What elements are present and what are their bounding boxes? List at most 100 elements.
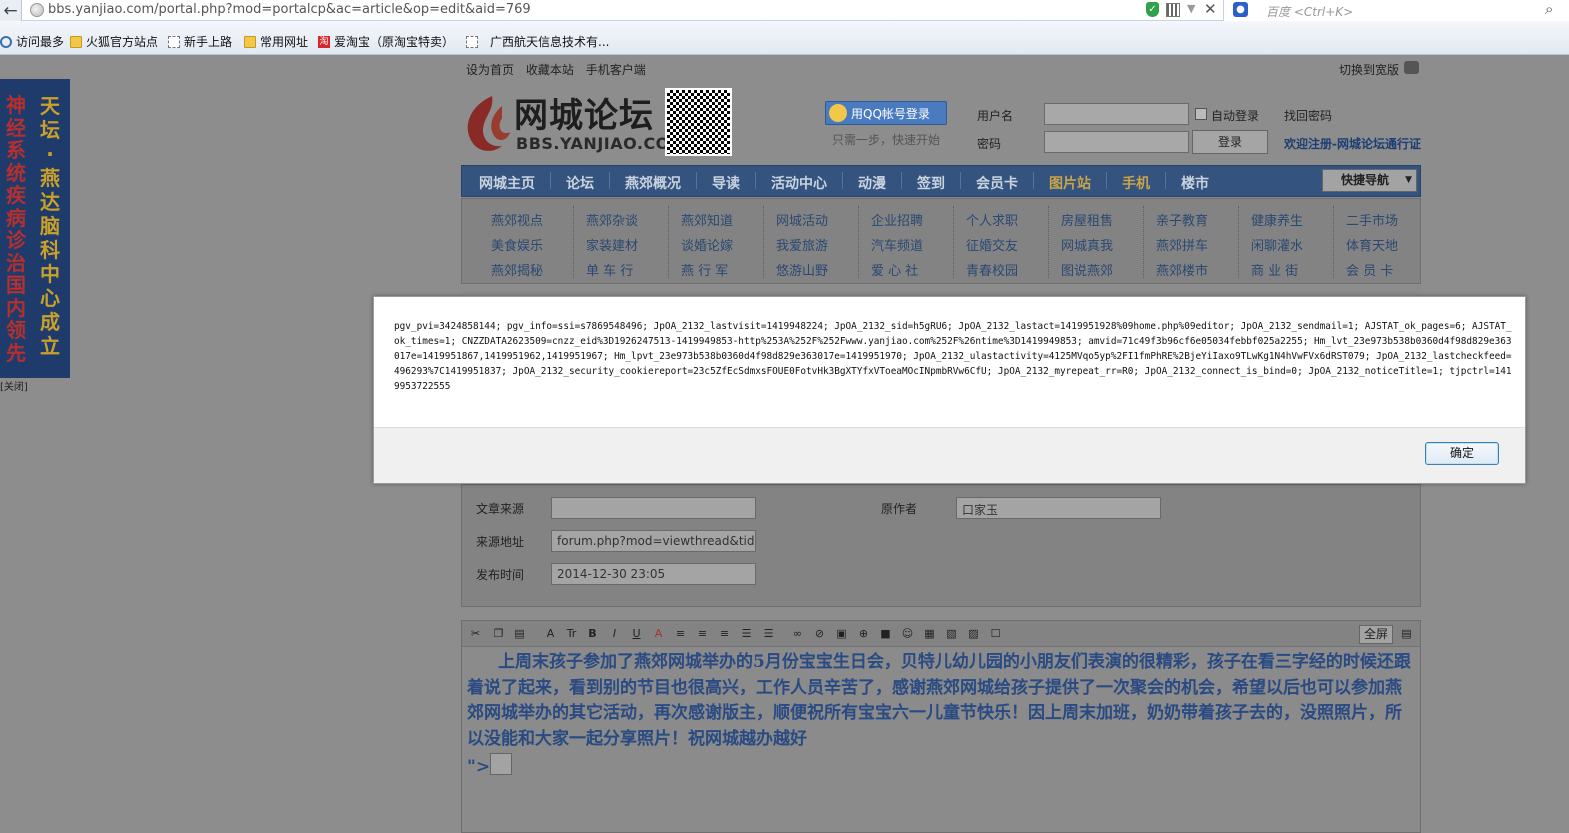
sub-nav-item[interactable]: 亲子教育 [1156,210,1208,229]
sub-nav-item[interactable]: 燕 行 军 [681,260,728,279]
nav-item-mobile[interactable]: 手机 [1122,173,1150,193]
attachment-icon[interactable]: ⊕ [856,627,871,641]
sub-nav-item[interactable]: 燕郊杂谈 [586,210,638,229]
register-link[interactable]: 欢迎注册-网城论坛通行证 [1284,135,1421,152]
sub-nav-item[interactable]: 会 员 卡 [1346,260,1393,279]
sub-nav-item[interactable]: 图说燕郊 [1061,260,1113,279]
ordered-list-icon[interactable]: ☰ [739,627,754,641]
source-input[interactable] [551,497,756,519]
bookmark-aitaobao[interactable]: 淘爱淘宝（原淘宝特卖） [318,33,454,50]
sub-nav-item[interactable]: 美食娱乐 [491,235,543,254]
italic-icon[interactable]: I [607,627,622,641]
source-url-input[interactable]: forum.php?mod=viewthread&tid=4 [551,530,756,552]
sub-nav-item[interactable]: 燕郊拼车 [1156,235,1208,254]
sub-nav-item[interactable]: 个人求职 [966,210,1018,229]
find-password-link[interactable]: 找回密码 [1284,107,1332,124]
quick-nav-button[interactable]: 快捷导航 ▼ [1322,169,1417,192]
sub-nav-item[interactable]: 网城活动 [776,210,828,229]
logo-title[interactable]: 网城论坛 [514,88,654,137]
sub-nav-item[interactable]: 谈婚论嫁 [681,235,733,254]
bookmark-getting-started[interactable]: 新手上路 [168,33,232,50]
qq-login-button[interactable]: 用QQ帐号登录 [825,101,947,125]
fullscreen-button[interactable]: 全屏 [1359,625,1393,644]
auto-login-checkbox[interactable] [1195,108,1207,120]
username-input[interactable] [1044,103,1189,125]
font-icon[interactable]: A [543,627,558,641]
font-size-icon[interactable]: Tr [564,627,579,641]
sub-nav-item[interactable]: 青春校园 [966,260,1018,279]
login-button[interactable]: 登录 [1192,130,1268,154]
align-right-icon[interactable]: ≡ [717,627,732,641]
url-dropdown-icon[interactable]: ▼ [1187,2,1195,15]
nav-item-property[interactable]: 楼市 [1181,173,1209,193]
sub-nav-item[interactable]: 企业招聘 [871,210,923,229]
preview-icon[interactable]: ▨ [966,627,981,641]
align-left-icon[interactable]: ≡ [673,627,688,641]
copy-icon[interactable]: ❐ [491,627,506,641]
sub-nav-item[interactable]: 健康养生 [1251,210,1303,229]
nav-item-photos[interactable]: 图片站 [1049,173,1091,193]
image-icon[interactable]: ▣ [834,627,849,641]
underline-icon[interactable]: U [629,627,644,641]
media-icon[interactable]: ■ [878,627,893,641]
bookmark-site-link[interactable]: 收藏本站 [526,63,574,77]
nav-item-anime[interactable]: 动漫 [858,173,886,193]
bookmark-most-visited[interactable]: 访问最多 [0,33,64,50]
sub-nav-item[interactable]: 悠游山野 [776,260,828,279]
sub-nav-item[interactable]: 燕郊揭秘 [491,260,543,279]
sub-nav-item[interactable]: 体育天地 [1346,235,1398,254]
sub-nav-item[interactable]: 征婚交友 [966,235,1018,254]
broken-image-icon[interactable] [490,753,512,775]
qrcode-icon[interactable] [1166,3,1180,17]
bold-icon[interactable]: B [585,627,600,641]
sub-nav-item[interactable]: 闲聊灌水 [1251,235,1303,254]
nav-item-member-card[interactable]: 会员卡 [976,173,1018,193]
auto-login-label[interactable]: 自动登录 [1211,107,1259,124]
paste-icon[interactable]: ▤ [512,627,527,641]
link-icon[interactable]: ∞ [790,627,805,641]
sub-nav-item[interactable]: 燕郊知道 [681,210,733,229]
set-homepage-link[interactable]: 设为首页 [466,63,514,77]
sub-nav-item[interactable]: 商 业 街 [1251,260,1298,279]
nav-item-checkin[interactable]: 签到 [917,173,945,193]
checkbox-icon[interactable]: ☐ [988,627,1003,641]
search-magnifier-icon[interactable]: ⌕ [1545,0,1553,18]
nav-item-forum[interactable]: 论坛 [566,173,594,193]
bookmark-guangxi-aerospace[interactable]: 广西航天信息技术有... [466,33,609,50]
sub-nav-item[interactable]: 二手市场 [1346,210,1398,229]
emoticon-icon[interactable]: ☺ [900,627,915,641]
bookmark-firefox-site[interactable]: 火狐官方站点 [70,33,158,50]
nav-item-overview[interactable]: 燕郊概况 [625,173,681,193]
publish-time-input[interactable]: 2014-12-30 23:05 [551,563,756,585]
wide-layout-toggle[interactable]: 切换到宽版 [1339,61,1399,78]
source-mode-icon[interactable]: ▤ [1399,627,1414,641]
author-input[interactable]: 口家玉 [956,497,1161,519]
ok-button[interactable]: 确定 [1425,442,1499,465]
unordered-list-icon[interactable]: ☰ [761,627,776,641]
editor-content[interactable]: 上周末孩子参加了燕郊网城举办的5月份宝宝生日会，贝特儿幼儿园的小朋友们表演的很精… [467,650,1417,752]
page-break-icon[interactable]: ▧ [944,627,959,641]
baidu-paw-icon[interactable]: ● [1233,2,1248,17]
ad-close-link[interactable]: [关闭] [0,378,28,393]
stop-close-icon[interactable]: ✕ [1204,0,1217,18]
nav-item-home[interactable]: 网城主页 [479,173,535,193]
nav-item-guide[interactable]: 导读 [712,173,740,193]
unlink-icon[interactable]: ⊘ [812,627,827,641]
url-text[interactable]: bbs.yanjiao.com/portal.php?mod=portalcp&… [48,2,531,17]
align-center-icon[interactable]: ≡ [695,627,710,641]
password-input[interactable] [1044,131,1189,153]
sub-nav-item[interactable]: 单 车 行 [586,260,633,279]
nav-item-events[interactable]: 活动中心 [771,173,827,193]
sub-nav-item[interactable]: 网城真我 [1061,235,1113,254]
cut-icon[interactable]: ✂ [468,627,483,641]
sub-nav-item[interactable]: 汽车频道 [871,235,923,254]
search-placeholder[interactable]: 百度 <Ctrl+K> [1266,3,1353,20]
sub-nav-item[interactable]: 爱 心 社 [871,260,918,279]
bookmark-common-sites[interactable]: 常用网址 [244,33,308,50]
sub-nav-item[interactable]: 房屋租售 [1061,210,1113,229]
wide-layout-icon[interactable] [1404,61,1419,74]
back-button[interactable]: ← [0,0,22,21]
sub-nav-item[interactable]: 家装建材 [586,235,638,254]
mobile-client-link[interactable]: 手机客户端 [586,63,646,77]
sub-nav-item[interactable]: 我爱旅游 [776,235,828,254]
